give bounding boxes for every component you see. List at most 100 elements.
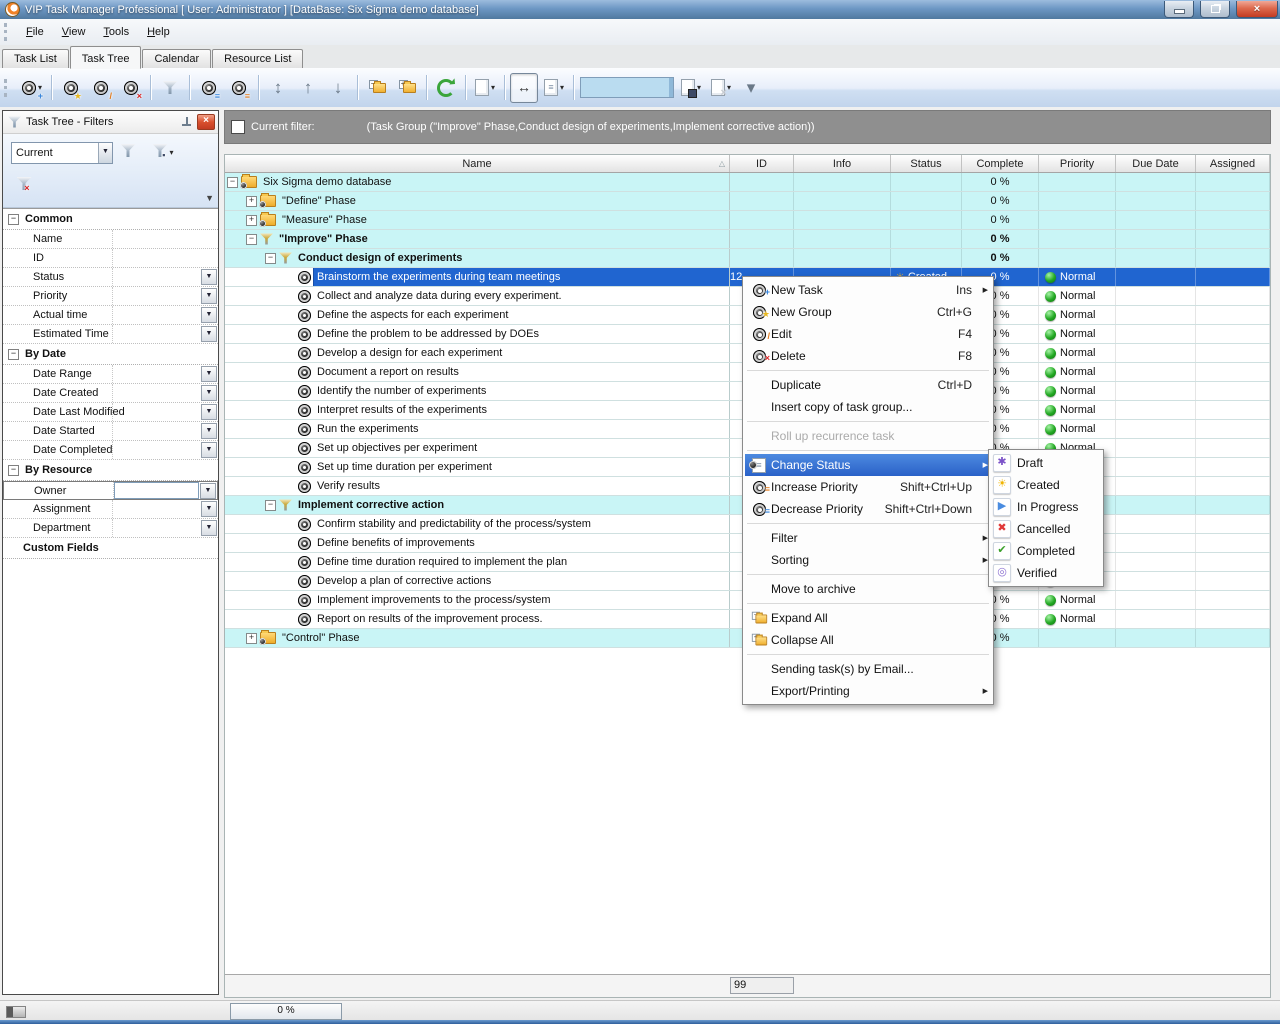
pin-icon[interactable] (181, 117, 192, 128)
filters-panel-close-button[interactable]: × (197, 114, 215, 130)
filter-field-date-created[interactable]: Date Created▼ (3, 384, 218, 403)
chevron-down-icon[interactable]: ▼ (201, 423, 217, 439)
export-button-dropdown[interactable]: ▾ (491, 83, 495, 92)
layout-combobox[interactable] (580, 77, 674, 98)
refresh-button[interactable] (432, 73, 460, 103)
save-layout-button[interactable]: ▾ (677, 73, 705, 103)
save-layout-button-dropdown[interactable]: ▾ (697, 83, 701, 92)
expand-toggle[interactable]: + (246, 633, 257, 644)
filter-field-date-range[interactable]: Date Range▼ (3, 365, 218, 384)
chevron-down-icon[interactable]: ▾ (169, 148, 173, 157)
menu-item-duplicate[interactable]: DuplicateCtrl+D (745, 374, 991, 396)
apply-filter-button[interactable] (115, 139, 141, 165)
menu-item-expand-all[interactable]: −Expand All (745, 607, 991, 629)
column-header-assigned[interactable]: Assigned (1196, 155, 1270, 172)
filter-field-owner[interactable]: Owner▼ (3, 481, 218, 500)
chevron-down-icon[interactable]: ▼ (201, 288, 217, 304)
task-row[interactable]: −Conduct design of experiments0 % (225, 249, 1270, 268)
task-row[interactable]: +"Measure" Phase0 % (225, 211, 1270, 230)
chevron-down-icon[interactable]: ▼ (201, 385, 217, 401)
column-header-info[interactable]: Info (794, 155, 891, 172)
tab-calendar[interactable]: Calendar (142, 49, 211, 68)
menu-item-change-status[interactable]: ≡Change Status▶ (745, 454, 991, 476)
menubar-grip[interactable] (4, 23, 11, 41)
clear-filter-button[interactable]: × (11, 172, 37, 198)
layout-button[interactable]: ≡▾ (540, 73, 568, 103)
move-down-button[interactable]: ↓ (324, 73, 352, 103)
chevron-down-icon[interactable]: ▼ (201, 307, 217, 323)
tab-resource-list[interactable]: Resource List (212, 49, 303, 68)
filter-field-actual-time[interactable]: Actual time▼ (3, 306, 218, 325)
restore-button[interactable] (1200, 1, 1230, 18)
chevron-down-icon[interactable]: ▼ (98, 143, 112, 163)
tab-task-tree[interactable]: Task Tree (70, 46, 142, 69)
column-header-name[interactable]: Name△ (225, 155, 730, 172)
collapse-toggle[interactable]: − (265, 500, 276, 511)
chevron-down-icon[interactable]: ▼ (201, 404, 217, 420)
menu-item-move-to-archive[interactable]: Move to archive (745, 578, 991, 600)
minimize-button[interactable] (1164, 1, 1194, 18)
menu-item-edit[interactable]: /EditF4 (745, 323, 991, 345)
menu-item-created[interactable]: ☀Created (991, 474, 1101, 496)
menu-item-collapse-all[interactable]: +Collapse All (745, 629, 991, 651)
delete-layout-button[interactable]: ▾ (707, 73, 735, 103)
delete-layout-button-dropdown[interactable]: ▾ (727, 83, 731, 92)
filters-toolbar-overflow[interactable]: ▼ (205, 193, 214, 203)
filter-field-assignment[interactable]: Assignment▼ (3, 500, 218, 519)
filter-field-department[interactable]: Department▼ (3, 519, 218, 538)
menu-item-export-printing[interactable]: Export/Printing▶ (745, 680, 991, 702)
menu-item-cancelled[interactable]: ✖Cancelled (991, 518, 1101, 540)
menu-item-completed[interactable]: ✔Completed (991, 540, 1101, 562)
filter-field-name[interactable]: Name (3, 230, 218, 249)
menu-item-roll-up-recurrence-task[interactable]: Roll up recurrence task (745, 425, 991, 447)
filter-preset-combobox[interactable]: Current ▼ (11, 142, 113, 164)
menu-item-in-progress[interactable]: ▶In Progress (991, 496, 1101, 518)
chevron-down-icon[interactable]: ▼ (201, 269, 217, 285)
menu-item-verified[interactable]: ◎Verified (991, 562, 1101, 584)
collapse-toggle[interactable]: − (265, 253, 276, 264)
collapse-toggle[interactable]: − (246, 234, 257, 245)
menu-view[interactable]: View (53, 22, 95, 42)
collapse-toggle[interactable]: − (8, 465, 19, 476)
new-group-button[interactable]: ★ (57, 73, 85, 103)
menu-item-draft[interactable]: ✱Draft (991, 452, 1101, 474)
menu-item-sending-task-s-by-email[interactable]: Sending task(s) by Email... (745, 658, 991, 680)
tab-task-list[interactable]: Task List (2, 49, 69, 68)
menu-help[interactable]: Help (138, 22, 179, 42)
export-button[interactable]: ▾ (471, 73, 499, 103)
menu-file[interactable]: File (17, 22, 53, 42)
menu-item-new-task[interactable]: +New TaskIns▶ (745, 279, 991, 301)
chevron-down-icon[interactable]: ▼ (201, 366, 217, 382)
chevron-down-icon[interactable]: ▼ (200, 483, 216, 499)
menu-item-increase-priority[interactable]: ≡Increase PriorityShift+Ctrl+Up (745, 476, 991, 498)
delete-task-button[interactable]: × (117, 73, 145, 103)
menu-item-insert-copy-of-task-group[interactable]: Insert copy of task group... (745, 396, 991, 418)
filter-field-estimated-time[interactable]: Estimated Time▼ (3, 325, 218, 344)
close-button[interactable]: × (1236, 1, 1278, 18)
menu-item-new-group[interactable]: ★New GroupCtrl+G (745, 301, 991, 323)
increase-priority-button[interactable]: ≡ (225, 73, 253, 103)
layout-button-dropdown[interactable]: ▾ (560, 83, 564, 92)
collapse-toggle[interactable]: − (227, 177, 238, 188)
save-filter-button[interactable]: ▪ ▾ (145, 139, 181, 165)
filter-field-priority[interactable]: Priority▼ (3, 287, 218, 306)
filter-button[interactable] (156, 73, 184, 103)
window-titlebar[interactable]: VIP Task Manager Professional [ User: Ad… (0, 0, 1280, 19)
task-row[interactable]: +"Define" Phase0 % (225, 192, 1270, 211)
decrease-priority-button[interactable]: ≡ (195, 73, 223, 103)
expand-toggle[interactable]: + (246, 196, 257, 207)
edit-task-button[interactable]: / (87, 73, 115, 103)
column-header-id[interactable]: ID (730, 155, 794, 172)
filter-field-status[interactable]: Status▼ (3, 268, 218, 287)
filter-field-date-last-modified[interactable]: Date Last Modified▼ (3, 403, 218, 422)
column-header-due-date[interactable]: Due Date (1116, 155, 1196, 172)
menu-item-delete[interactable]: ×DeleteF8 (745, 345, 991, 367)
menu-item-filter[interactable]: Filter▶ (745, 527, 991, 549)
expand-all-button[interactable]: + (393, 73, 421, 103)
chevron-down-icon[interactable]: ▼ (201, 501, 217, 517)
chevron-down-icon[interactable]: ▼ (201, 442, 217, 458)
filter-field-value[interactable] (114, 482, 199, 499)
task-row[interactable]: −"Improve" Phase0 % (225, 230, 1270, 249)
new-task-button[interactable]: +▾ (18, 73, 46, 103)
filter-field-date-completed[interactable]: Date Completed▼ (3, 441, 218, 460)
